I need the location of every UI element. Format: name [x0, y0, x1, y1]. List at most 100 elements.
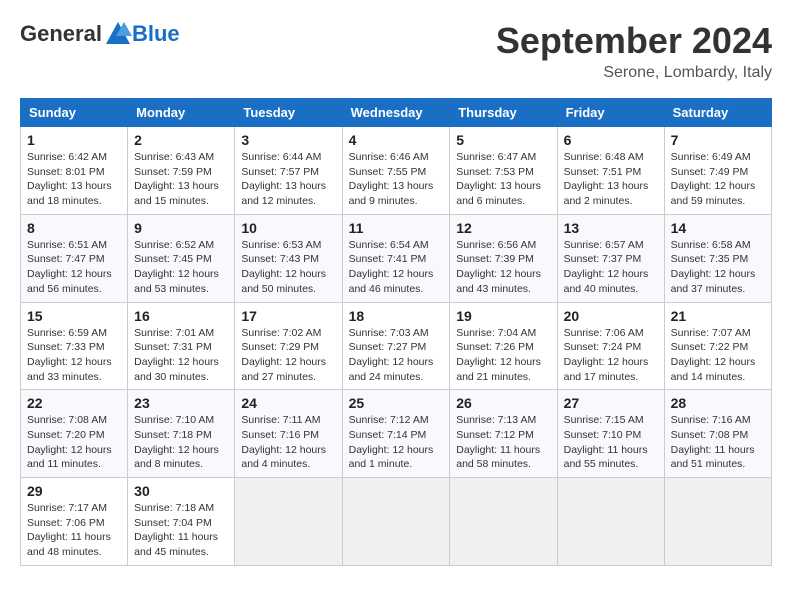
title-block: September 2024 Serone, Lombardy, Italy: [496, 20, 772, 82]
day-info: Sunrise: 7:01 AMSunset: 7:31 PMDaylight:…: [134, 326, 228, 385]
day-info: Sunrise: 6:52 AMSunset: 7:45 PMDaylight:…: [134, 238, 228, 297]
calendar-week-4: 22 Sunrise: 7:08 AMSunset: 7:20 PMDayligh…: [21, 390, 772, 478]
calendar-cell: [557, 478, 664, 566]
day-number: 3: [241, 132, 335, 148]
logo: General Blue: [20, 20, 180, 48]
calendar-cell: 22 Sunrise: 7:08 AMSunset: 7:20 PMDayligh…: [21, 390, 128, 478]
location: Serone, Lombardy, Italy: [496, 64, 772, 82]
calendar-cell: 16 Sunrise: 7:01 AMSunset: 7:31 PMDayligh…: [128, 302, 235, 390]
day-info: Sunrise: 7:18 AMSunset: 7:04 PMDaylight:…: [134, 501, 228, 560]
day-info: Sunrise: 7:08 AMSunset: 7:20 PMDaylight:…: [27, 413, 121, 472]
day-number: 4: [349, 132, 444, 148]
day-info: Sunrise: 6:59 AMSunset: 7:33 PMDaylight:…: [27, 326, 121, 385]
calendar-cell: [450, 478, 557, 566]
calendar-header-friday: Friday: [557, 99, 664, 127]
day-info: Sunrise: 7:16 AMSunset: 7:08 PMDaylight:…: [671, 413, 765, 472]
logo-general: General: [20, 21, 102, 47]
day-info: Sunrise: 6:47 AMSunset: 7:53 PMDaylight:…: [456, 150, 550, 209]
day-info: Sunrise: 7:17 AMSunset: 7:06 PMDaylight:…: [27, 501, 121, 560]
month-title: September 2024: [496, 20, 772, 62]
day-number: 24: [241, 395, 335, 411]
day-number: 12: [456, 220, 550, 236]
day-number: 5: [456, 132, 550, 148]
calendar-header-tuesday: Tuesday: [235, 99, 342, 127]
day-number: 18: [349, 308, 444, 324]
calendar-table: SundayMondayTuesdayWednesdayThursdayFrid…: [20, 98, 772, 566]
day-number: 25: [349, 395, 444, 411]
day-number: 29: [27, 483, 121, 499]
calendar-cell: 1Sunrise: 6:42 AMSunset: 8:01 PMDaylight…: [21, 127, 128, 215]
calendar-cell: [664, 478, 771, 566]
calendar-cell: 14 Sunrise: 6:58 AMSunset: 7:35 PMDayligh…: [664, 214, 771, 302]
day-number: 21: [671, 308, 765, 324]
day-number: 8: [27, 220, 121, 236]
calendar-header-saturday: Saturday: [664, 99, 771, 127]
day-info: Sunrise: 7:06 AMSunset: 7:24 PMDaylight:…: [564, 326, 658, 385]
calendar-cell: 10 Sunrise: 6:53 AMSunset: 7:43 PMDayligh…: [235, 214, 342, 302]
day-info: Sunrise: 7:12 AMSunset: 7:14 PMDaylight:…: [349, 413, 444, 472]
calendar-cell: 24 Sunrise: 7:11 AMSunset: 7:16 PMDayligh…: [235, 390, 342, 478]
day-info: Sunrise: 6:44 AMSunset: 7:57 PMDaylight:…: [241, 150, 335, 209]
day-info: Sunrise: 6:58 AMSunset: 7:35 PMDaylight:…: [671, 238, 765, 297]
calendar-cell: 12Sunrise: 6:56 AMSunset: 7:39 PMDayligh…: [450, 214, 557, 302]
day-info: Sunrise: 6:57 AMSunset: 7:37 PMDaylight:…: [564, 238, 658, 297]
calendar-cell: 18Sunrise: 7:03 AMSunset: 7:27 PMDayligh…: [342, 302, 450, 390]
day-info: Sunrise: 7:15 AMSunset: 7:10 PMDaylight:…: [564, 413, 658, 472]
day-number: 7: [671, 132, 765, 148]
calendar-week-2: 8 Sunrise: 6:51 AMSunset: 7:47 PMDaylight…: [21, 214, 772, 302]
calendar-cell: 6 Sunrise: 6:48 AMSunset: 7:51 PMDaylight…: [557, 127, 664, 215]
calendar-cell: 9 Sunrise: 6:52 AMSunset: 7:45 PMDaylight…: [128, 214, 235, 302]
day-number: 14: [671, 220, 765, 236]
day-info: Sunrise: 7:04 AMSunset: 7:26 PMDaylight:…: [456, 326, 550, 385]
calendar-cell: 20 Sunrise: 7:06 AMSunset: 7:24 PMDayligh…: [557, 302, 664, 390]
day-number: 23: [134, 395, 228, 411]
day-number: 17: [241, 308, 335, 324]
day-number: 2: [134, 132, 228, 148]
calendar-cell: 23Sunrise: 7:10 AMSunset: 7:18 PMDayligh…: [128, 390, 235, 478]
day-info: Sunrise: 6:49 AMSunset: 7:49 PMDaylight:…: [671, 150, 765, 209]
day-info: Sunrise: 6:53 AMSunset: 7:43 PMDaylight:…: [241, 238, 335, 297]
day-info: Sunrise: 7:11 AMSunset: 7:16 PMDaylight:…: [241, 413, 335, 472]
calendar-header-row: SundayMondayTuesdayWednesdayThursdayFrid…: [21, 99, 772, 127]
calendar-cell: 29 Sunrise: 7:17 AMSunset: 7:06 PMDayligh…: [21, 478, 128, 566]
day-number: 6: [564, 132, 658, 148]
day-number: 19: [456, 308, 550, 324]
day-info: Sunrise: 6:46 AMSunset: 7:55 PMDaylight:…: [349, 150, 444, 209]
day-number: 10: [241, 220, 335, 236]
calendar-cell: 15Sunrise: 6:59 AMSunset: 7:33 PMDayligh…: [21, 302, 128, 390]
day-number: 1: [27, 132, 121, 148]
calendar-cell: [235, 478, 342, 566]
calendar-cell: 11Sunrise: 6:54 AMSunset: 7:41 PMDayligh…: [342, 214, 450, 302]
calendar-header-sunday: Sunday: [21, 99, 128, 127]
logo-blue: Blue: [132, 21, 180, 47]
calendar-cell: [342, 478, 450, 566]
day-info: Sunrise: 6:48 AMSunset: 7:51 PMDaylight:…: [564, 150, 658, 209]
calendar-cell: 27 Sunrise: 7:15 AMSunset: 7:10 PMDayligh…: [557, 390, 664, 478]
calendar-cell: 5 Sunrise: 6:47 AMSunset: 7:53 PMDaylight…: [450, 127, 557, 215]
day-number: 16: [134, 308, 228, 324]
logo-icon: [104, 20, 132, 48]
calendar-header-thursday: Thursday: [450, 99, 557, 127]
calendar-week-1: 1Sunrise: 6:42 AMSunset: 8:01 PMDaylight…: [21, 127, 772, 215]
calendar-header-wednesday: Wednesday: [342, 99, 450, 127]
page-header: General Blue September 2024 Serone, Lomb…: [20, 20, 772, 82]
day-info: Sunrise: 7:07 AMSunset: 7:22 PMDaylight:…: [671, 326, 765, 385]
calendar-week-3: 15Sunrise: 6:59 AMSunset: 7:33 PMDayligh…: [21, 302, 772, 390]
calendar-cell: 7 Sunrise: 6:49 AMSunset: 7:49 PMDaylight…: [664, 127, 771, 215]
calendar-cell: 13Sunrise: 6:57 AMSunset: 7:37 PMDayligh…: [557, 214, 664, 302]
day-number: 30: [134, 483, 228, 499]
day-number: 26: [456, 395, 550, 411]
calendar-week-5: 29 Sunrise: 7:17 AMSunset: 7:06 PMDayligh…: [21, 478, 772, 566]
calendar-cell: 8 Sunrise: 6:51 AMSunset: 7:47 PMDaylight…: [21, 214, 128, 302]
day-info: Sunrise: 6:51 AMSunset: 7:47 PMDaylight:…: [27, 238, 121, 297]
day-number: 27: [564, 395, 658, 411]
day-number: 20: [564, 308, 658, 324]
day-number: 22: [27, 395, 121, 411]
calendar-header-monday: Monday: [128, 99, 235, 127]
day-info: Sunrise: 7:13 AMSunset: 7:12 PMDaylight:…: [456, 413, 550, 472]
calendar-cell: 25 Sunrise: 7:12 AMSunset: 7:14 PMDayligh…: [342, 390, 450, 478]
day-number: 9: [134, 220, 228, 236]
calendar-cell: 21 Sunrise: 7:07 AMSunset: 7:22 PMDayligh…: [664, 302, 771, 390]
calendar-cell: 19 Sunrise: 7:04 AMSunset: 7:26 PMDayligh…: [450, 302, 557, 390]
day-info: Sunrise: 7:02 AMSunset: 7:29 PMDaylight:…: [241, 326, 335, 385]
